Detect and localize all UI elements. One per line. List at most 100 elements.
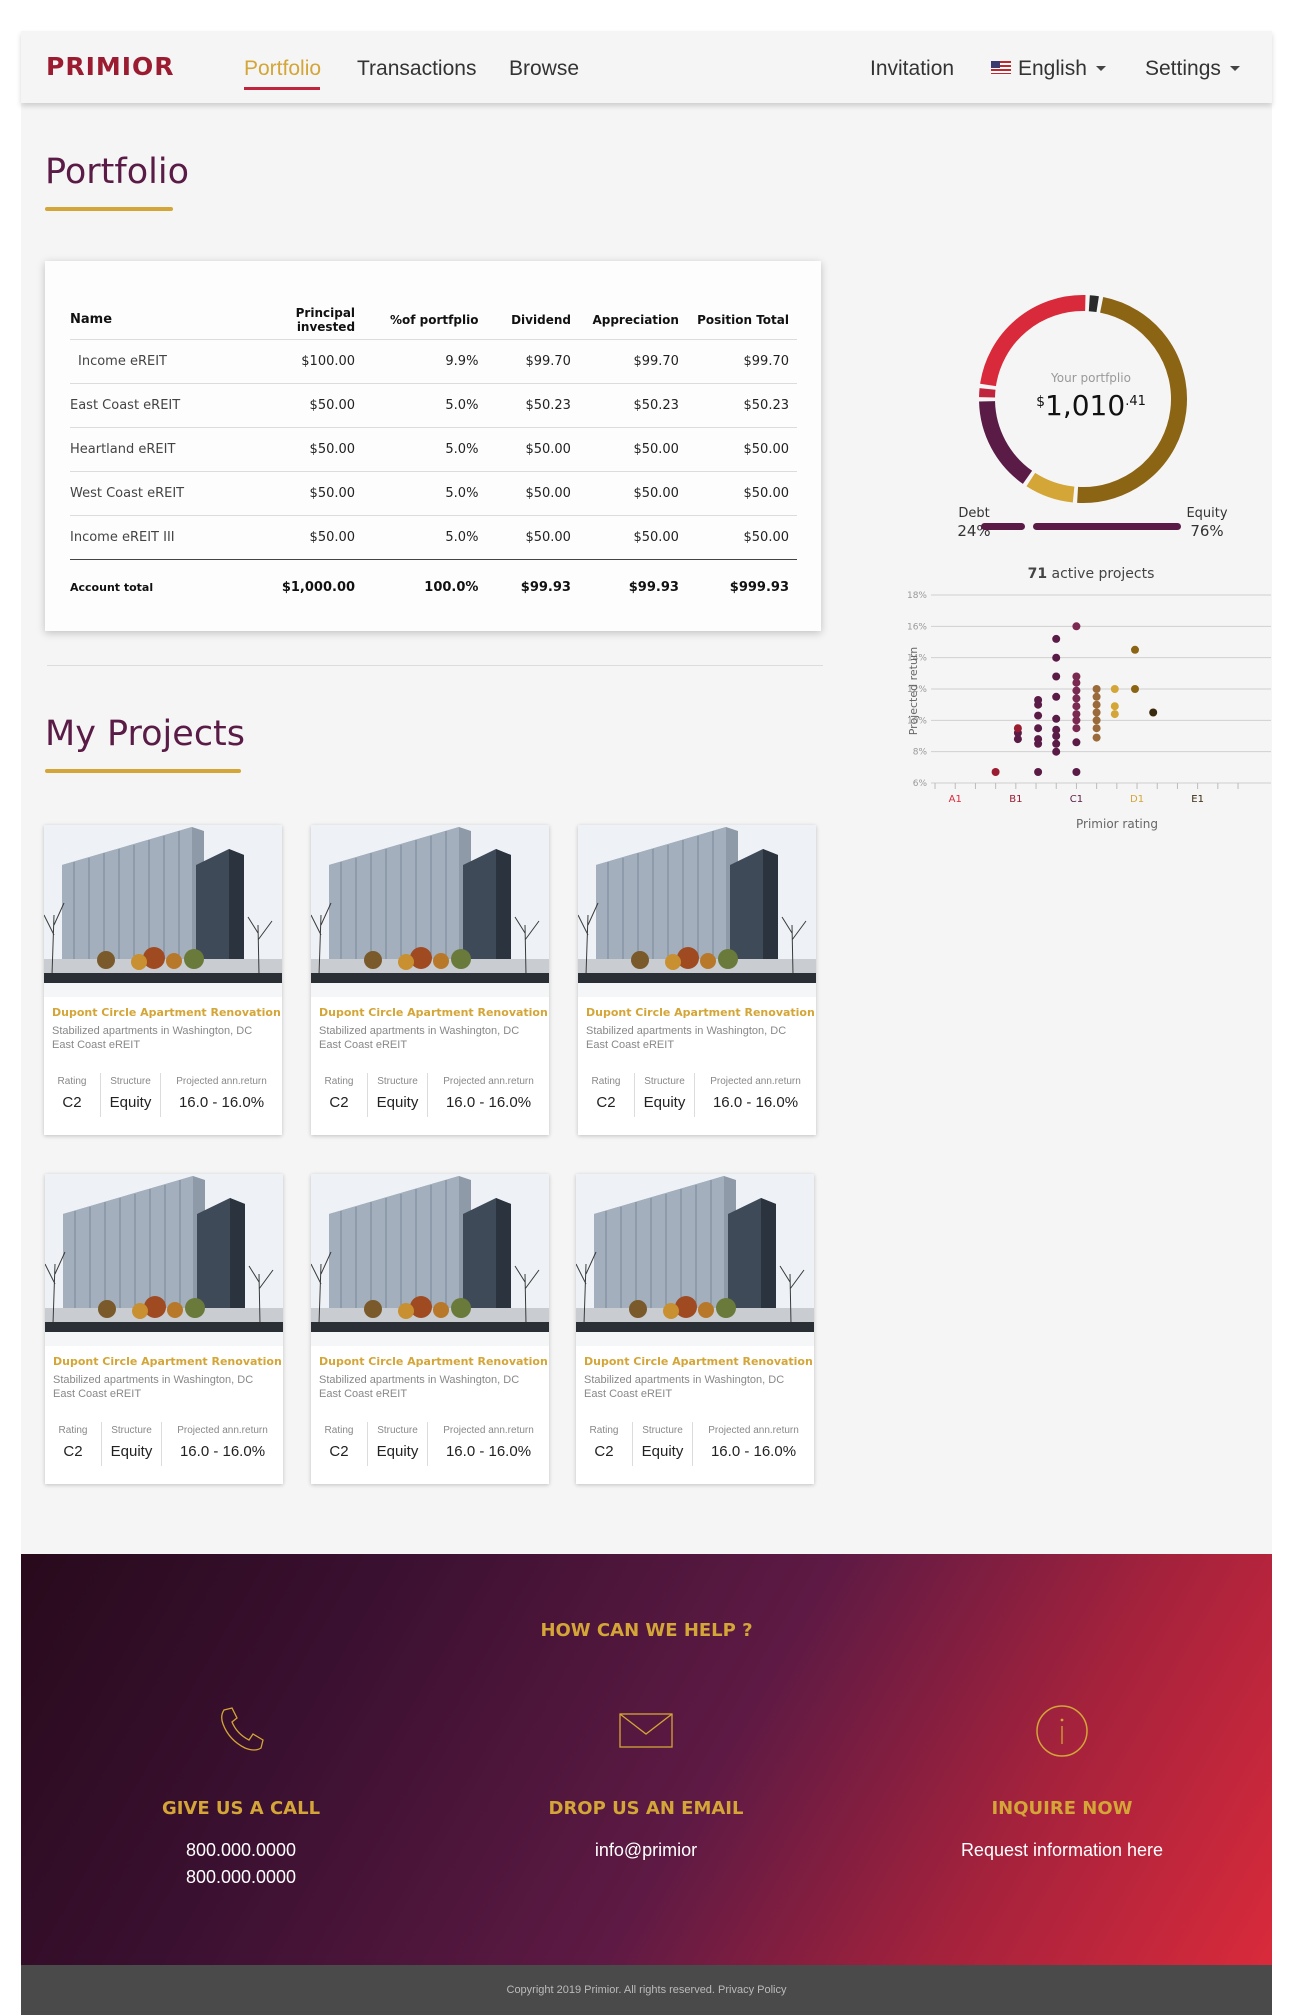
project-title[interactable]: Dupont Circle Apartment Renovation xyxy=(586,1006,815,1019)
project-photo[interactable] xyxy=(45,1174,283,1346)
project-description: Stabilized apartments in Washington, DC … xyxy=(53,1374,254,1400)
project-photo[interactable] xyxy=(311,1174,549,1346)
cell-principal: $50.00 xyxy=(234,514,364,559)
cell-dividend: $50.23 xyxy=(486,382,579,427)
project-card[interactable]: Dupont Circle Apartment Renovation Stabil… xyxy=(311,825,549,1135)
project-card[interactable]: Dupont Circle Apartment Renovation Stabil… xyxy=(44,825,282,1135)
return-label: Projected ann.return xyxy=(176,1076,267,1087)
settings-dropdown[interactable]: Settings xyxy=(1145,57,1240,81)
structure-value: Equity xyxy=(109,1094,152,1111)
return-label: Projected ann.return xyxy=(177,1425,268,1436)
scatter-point xyxy=(1034,735,1043,744)
phone-number-2[interactable]: 800.000.0000 xyxy=(91,1864,391,1891)
cell-percent: 5.0% xyxy=(363,470,487,515)
scatter-point xyxy=(1052,634,1061,643)
call-column[interactable]: GIVE US A CALL 800.000.0000 800.000.0000 xyxy=(91,1704,391,1891)
cell-principal: $100.00 xyxy=(234,338,364,383)
rating-value: C2 xyxy=(329,1443,349,1460)
column-header: Position Total xyxy=(697,312,789,327)
x-axis-label: Primior rating xyxy=(1076,817,1158,831)
project-description: Stabilized apartments in Washington, DC … xyxy=(319,1374,520,1400)
donut-slice xyxy=(1088,295,1099,313)
nav-invitation[interactable]: Invitation xyxy=(870,57,954,81)
structure-label: Structure xyxy=(377,1425,418,1436)
projects-scatter-plot: 6%8%10%12%14%16%18%A1 B1 C1 D1 E1 xyxy=(907,591,1271,805)
scatter-point xyxy=(1092,692,1101,701)
projects-title: My Projects xyxy=(45,714,246,754)
call-title: GIVE US A CALL xyxy=(161,1798,321,1819)
total-percent: 100.0% xyxy=(363,558,487,615)
cell-name: Income eREIT xyxy=(70,338,235,383)
primior-logo[interactable]: PRIMIOR xyxy=(46,52,175,81)
rating-value: C2 xyxy=(594,1443,614,1460)
structure-field: Structure Equity xyxy=(632,1422,692,1466)
language-dropdown[interactable]: English xyxy=(991,57,1106,81)
project-photo[interactable] xyxy=(576,1174,814,1346)
project-photo[interactable] xyxy=(44,825,282,997)
project-card[interactable]: Dupont Circle Apartment Renovation Stabil… xyxy=(311,1174,549,1484)
inquire-column[interactable]: INQUIRE NOW Request information here xyxy=(912,1704,1212,1864)
scatter-point xyxy=(1131,685,1139,693)
structure-field: Structure Equity xyxy=(634,1073,694,1117)
nav-browse[interactable]: Browse xyxy=(509,57,579,81)
scatter-point xyxy=(1131,645,1139,654)
project-photo[interactable] xyxy=(578,825,816,997)
total-position: $999.93 xyxy=(686,558,797,615)
table-row[interactable]: West Coast eREIT $50.00 5.0% $50.00 $50.… xyxy=(70,470,797,515)
inquire-link[interactable]: Request information here xyxy=(912,1837,1212,1864)
project-title[interactable]: Dupont Circle Apartment Renovation xyxy=(319,1006,548,1019)
rating-label: Rating xyxy=(57,1076,87,1087)
column-header: %of portfplio xyxy=(390,312,479,327)
project-meta: Rating C2 Structure Equity Projected ann.ret… xyxy=(45,1422,283,1472)
phone-number-1[interactable]: 800.000.0000 xyxy=(91,1837,391,1864)
x-tick-label: A1 xyxy=(949,794,962,805)
project-card[interactable]: Dupont Circle Apartment Renovation Stabil… xyxy=(45,1174,283,1484)
project-title[interactable]: Dupont Circle Apartment Renovation xyxy=(52,1006,281,1019)
return-label: Projected ann.return xyxy=(443,1076,534,1087)
table-row[interactable]: Income eREIT III $50.00 5.0% $50.00 $50.… xyxy=(70,514,797,559)
structure-value: Equity xyxy=(376,1094,419,1111)
project-title[interactable]: Dupont Circle Apartment Renovation xyxy=(584,1355,813,1368)
scatter-point xyxy=(1052,747,1061,756)
caret-down-icon xyxy=(1095,66,1106,71)
scatter-point xyxy=(1149,708,1158,717)
rating-value: C2 xyxy=(62,1094,82,1111)
portfolio-summary-chart: Your portfplio $1,010.41 Debt 24% Equity… xyxy=(907,295,1271,831)
project-description: Stabilized apartments in Washington, DC … xyxy=(584,1374,785,1400)
project-meta: Rating C2 Structure Equity Projected ann.ret… xyxy=(576,1422,814,1472)
project-photo[interactable] xyxy=(311,825,549,997)
structure-label: Structure xyxy=(377,1076,418,1087)
donut-slice xyxy=(979,400,1033,484)
structure-field: Structure Equity xyxy=(101,1422,161,1466)
return-value: 16.0 - 16.0% xyxy=(445,1443,532,1460)
cell-appreciation: $99.70 xyxy=(578,338,687,383)
top-navbar: PRIMIOR Portfolio Transactions Browse In… xyxy=(21,31,1272,103)
rating-label: Rating xyxy=(58,1425,88,1436)
email-column[interactable]: DROP US AN EMAIL info@primior xyxy=(496,1704,796,1864)
project-description: Stabilized apartments in Washington, DC … xyxy=(586,1025,787,1051)
email-address[interactable]: info@primior xyxy=(496,1837,796,1864)
rating-field: Rating C2 xyxy=(44,1073,100,1117)
cell-percent: 5.0% xyxy=(363,514,487,559)
nav-portfolio[interactable]: Portfolio xyxy=(244,57,321,81)
language-label: English xyxy=(1018,57,1087,80)
table-row[interactable]: Heartland eREIT $50.00 5.0% $50.00 $50.0… xyxy=(70,426,797,471)
y-tick-label: 16% xyxy=(907,622,927,632)
donut-label: Your portfplio xyxy=(1050,371,1131,385)
donut-slice xyxy=(979,388,996,398)
return-value: 16.0 - 16.0% xyxy=(710,1443,797,1460)
project-title[interactable]: Dupont Circle Apartment Renovation xyxy=(53,1355,282,1368)
project-title[interactable]: Dupont Circle Apartment Renovation xyxy=(319,1355,548,1368)
project-card[interactable]: Dupont Circle Apartment Renovation Stabil… xyxy=(578,825,816,1135)
return-value: 16.0 - 16.0% xyxy=(445,1094,532,1111)
scatter-point xyxy=(1034,768,1043,776)
table-row[interactable]: East Coast eREIT $50.00 5.0% $50.23 $50.… xyxy=(70,382,797,427)
equity-percent: 76% xyxy=(1190,522,1223,540)
nav-transactions[interactable]: Transactions xyxy=(357,57,476,81)
project-card[interactable]: Dupont Circle Apartment Renovation Stabil… xyxy=(576,1174,814,1484)
table-row[interactable]: Income eREIT $100.00 9.9% $99.70 $99.70 … xyxy=(70,338,797,383)
structure-label: Structure xyxy=(644,1076,685,1087)
portfolio-table-card: Name Principal invested %of portfplio Di… xyxy=(45,261,821,631)
scatter-point xyxy=(1110,702,1119,711)
copyright-bar: Copyright 2019 Primior. All rights reser… xyxy=(21,1965,1272,2015)
